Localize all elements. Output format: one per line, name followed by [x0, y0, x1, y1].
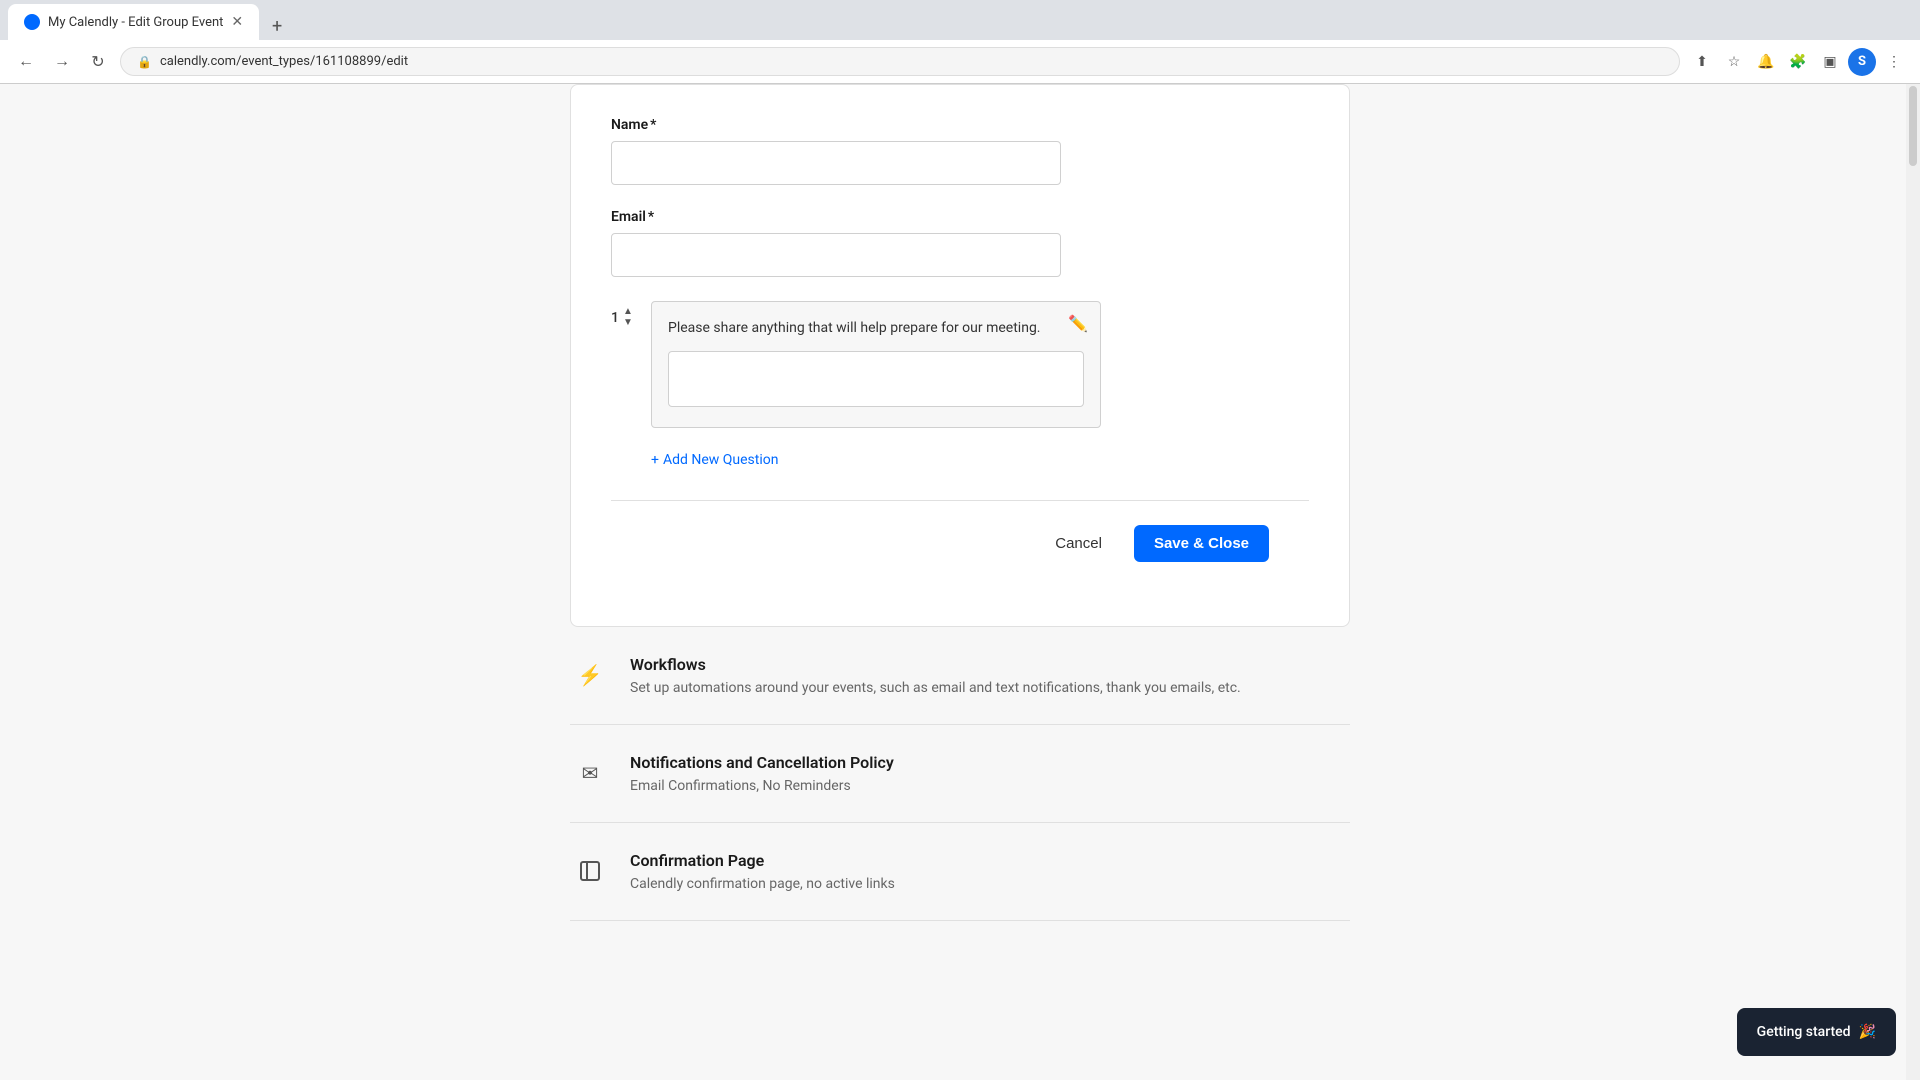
- toast-emoji: 🎉: [1859, 1024, 1876, 1040]
- workflows-desc: Set up automations around your events, s…: [630, 680, 1350, 696]
- scrollbar[interactable]: [1906, 84, 1920, 1080]
- menu-icon[interactable]: ⋮: [1880, 48, 1908, 76]
- tab-close-button[interactable]: ✕: [231, 14, 243, 30]
- sections-area: ⚡ Workflows Set up automations around yo…: [570, 627, 1350, 921]
- reload-button[interactable]: ↻: [84, 48, 112, 76]
- confirmation-title: Confirmation Page: [630, 851, 1350, 870]
- email-input[interactable]: [611, 233, 1061, 277]
- question-answer-input[interactable]: [668, 351, 1084, 407]
- form-footer: Cancel Save & Close: [611, 500, 1309, 586]
- browser-tab[interactable]: My Calendly - Edit Group Event ✕: [8, 4, 259, 40]
- bookmark-icon[interactable]: ☆: [1720, 48, 1748, 76]
- lock-icon: 🔒: [137, 55, 152, 69]
- question-number: 1: [611, 310, 619, 326]
- form-card: Name* Email* 1 ▲: [570, 84, 1350, 627]
- cancel-button[interactable]: Cancel: [1039, 527, 1118, 560]
- name-label: Name*: [611, 117, 1309, 133]
- add-question-label: Add New Question: [663, 452, 779, 468]
- workflows-content: Workflows Set up automations around your…: [630, 655, 1350, 696]
- forward-button[interactable]: →: [48, 48, 76, 76]
- workflows-title: Workflows: [630, 655, 1350, 674]
- save-close-button[interactable]: Save & Close: [1134, 525, 1269, 562]
- confirmation-section[interactable]: Confirmation Page Calendly confirmation …: [570, 823, 1350, 921]
- notifications-icon: ✉: [570, 753, 610, 793]
- question-box: ✏️ Please share anything that will help …: [651, 301, 1101, 428]
- notifications-desc: Email Confirmations, No Reminders: [630, 778, 1350, 794]
- sort-handle[interactable]: ▲ ▼: [621, 305, 635, 330]
- question-edit-icon[interactable]: ✏️: [1068, 314, 1088, 333]
- confirmation-icon: [570, 851, 610, 891]
- add-new-question-button[interactable]: + Add New Question: [651, 452, 778, 468]
- sidebar-toggle-icon[interactable]: ▣: [1816, 48, 1844, 76]
- name-input[interactable]: [611, 141, 1061, 185]
- url-text: calendly.com/event_types/161108899/edit: [160, 54, 408, 69]
- tab-favicon: [24, 14, 40, 30]
- notifications-content: Notifications and Cancellation Policy Em…: [630, 753, 1350, 794]
- scrollbar-thumb[interactable]: [1909, 86, 1917, 166]
- getting-started-toast[interactable]: Getting started 🎉: [1737, 1008, 1896, 1056]
- question-item: 1 ▲ ▼ ✏️ Please share anything that will…: [611, 301, 1309, 428]
- confirmation-content: Confirmation Page Calendly confirmation …: [630, 851, 1350, 892]
- extension-icon[interactable]: 🧩: [1784, 48, 1812, 76]
- name-field-group: Name*: [611, 117, 1309, 185]
- notifications-section[interactable]: ✉ Notifications and Cancellation Policy …: [570, 725, 1350, 823]
- profile-avatar[interactable]: S: [1848, 48, 1876, 76]
- toast-label: Getting started: [1757, 1024, 1851, 1040]
- address-bar: ← → ↻ 🔒 calendly.com/event_types/1611088…: [0, 40, 1920, 84]
- workflows-icon: ⚡: [570, 655, 610, 695]
- question-text: Please share anything that will help pre…: [668, 318, 1084, 339]
- question-number-area: 1 ▲ ▼: [611, 305, 643, 330]
- add-question-plus: +: [651, 452, 659, 468]
- url-bar[interactable]: 🔒 calendly.com/event_types/161108899/edi…: [120, 47, 1680, 76]
- page-content: Name* Email* 1 ▲: [0, 84, 1920, 1080]
- notifications-title: Notifications and Cancellation Policy: [630, 753, 1350, 772]
- confirmation-desc: Calendly confirmation page, no active li…: [630, 876, 1350, 892]
- email-field-group: Email*: [611, 209, 1309, 277]
- new-tab-button[interactable]: +: [263, 12, 291, 40]
- tab-title: My Calendly - Edit Group Event: [48, 15, 223, 30]
- workflows-section[interactable]: ⚡ Workflows Set up automations around yo…: [570, 627, 1350, 725]
- notification-icon[interactable]: 🔔: [1752, 48, 1780, 76]
- email-label: Email*: [611, 209, 1309, 225]
- share-icon[interactable]: ⬆: [1688, 48, 1716, 76]
- back-button[interactable]: ←: [12, 48, 40, 76]
